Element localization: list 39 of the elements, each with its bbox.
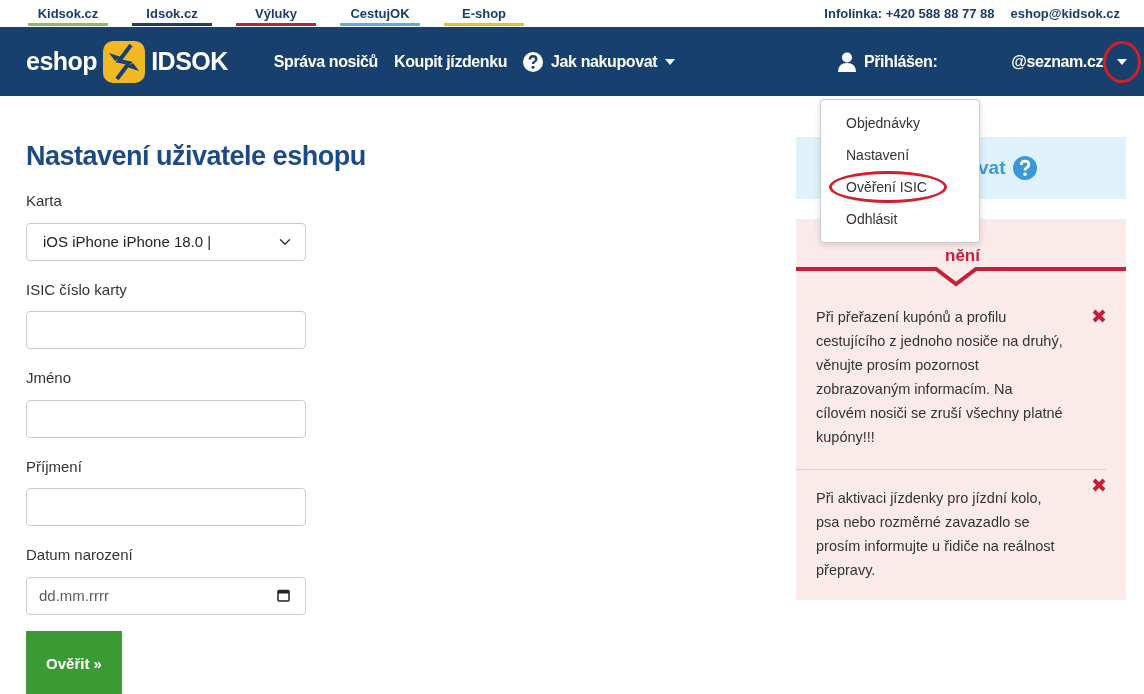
help-icon: [1013, 156, 1038, 180]
logo-icon: [101, 38, 148, 85]
alert-message: Při přeřazení kupónů a profilu cestujícího z jednoho nosiče na druhý, věnujte prosím pozornost zobrazovaným informacím. Na cílovém nosiči se zruší všechny platné kupóny!!!: [816, 308, 1064, 447]
input-field[interactable]: [26, 488, 306, 527]
menu-item[interactable]: Nastavení: [829, 139, 947, 171]
calendar-icon[interactable]: [277, 588, 290, 602]
date-field[interactable]: dd.mm.rrrr: [26, 576, 306, 615]
caret-icon: [1117, 58, 1127, 65]
alert-heading: nění: [945, 246, 980, 265]
help-icon: [523, 51, 544, 72]
field-label: Jméno: [26, 368, 73, 389]
close-icon[interactable]: [1092, 478, 1106, 492]
menu-item[interactable]: Ověření ISIC: [829, 171, 947, 203]
logo-text: IDSOK: [151, 45, 228, 77]
field-label: Karta: [26, 191, 63, 212]
logo-text: eshop: [26, 45, 98, 77]
help-menu[interactable]: Jak nakupovat: [523, 49, 676, 74]
info-text: vat: [978, 155, 1006, 180]
input-field[interactable]: [26, 399, 306, 438]
logged-in-label: Přihlášen:: [863, 51, 938, 72]
email-link[interactable]: eshop@kidsok.cz: [1010, 4, 1120, 24]
user-icon: [837, 51, 856, 72]
field-label: Datum narození: [26, 545, 134, 566]
menu-item[interactable]: Objednávky: [829, 107, 947, 139]
input-field[interactable]: [26, 311, 306, 350]
user-email: @seznam.cz: [1011, 51, 1103, 72]
caret-icon: [665, 58, 676, 65]
hotline-text: Infolinka: +420 588 88 77 88: [824, 5, 995, 23]
card-select[interactable]: iOS iPhone iPhone 18.0 |: [26, 222, 306, 261]
alert-message: Při aktivaci jízdenky pro jízdní kolo, psa nebo rozměrné zavazadlo se prosím informujte u řidiče na reálnost přepravy.: [816, 489, 1056, 580]
user-menu-toggle[interactable]: [1103, 40, 1141, 83]
page-title: Nastavení uživatele eshopu: [26, 140, 367, 173]
nav-link[interactable]: Správa nosičů: [273, 49, 378, 74]
nav-link[interactable]: Koupit jízdenku: [394, 49, 508, 74]
field-label: ISIC číslo karty: [26, 279, 128, 300]
field-label: Příjmení: [26, 456, 83, 477]
close-icon[interactable]: [1092, 309, 1106, 323]
verify-button[interactable]: Ověřit »: [26, 630, 122, 694]
menu-item[interactable]: Odhlásit: [829, 203, 947, 235]
